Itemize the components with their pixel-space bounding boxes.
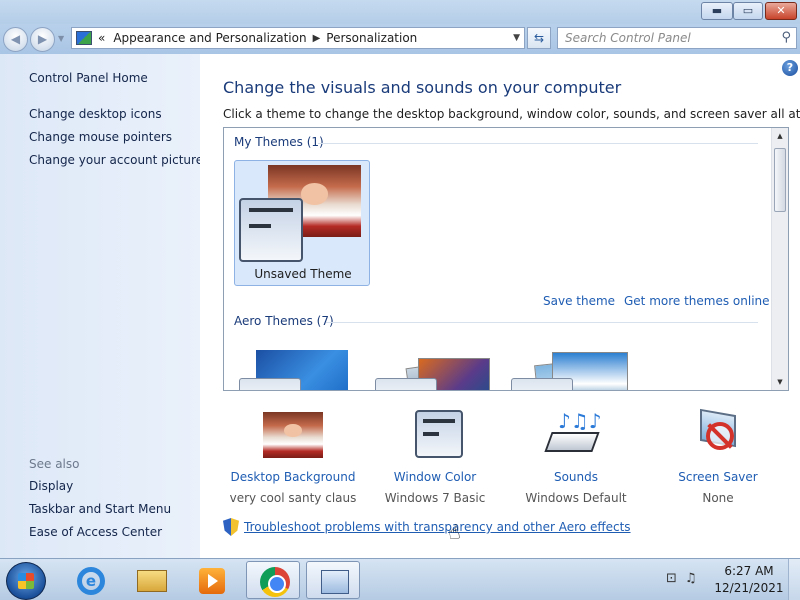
breadcrumb-personalization[interactable]: Personalization	[326, 31, 417, 45]
page-title: Change the visuals and sounds on your co…	[223, 78, 622, 97]
window-color-preview	[239, 198, 303, 262]
group-divider	[318, 143, 758, 144]
screen-saver-title[interactable]: Screen Saver	[648, 470, 788, 484]
search-input[interactable]	[558, 28, 768, 48]
start-button[interactable]	[6, 562, 46, 600]
close-button[interactable]: ✕	[765, 2, 797, 20]
troubleshoot-aero-text[interactable]: Troubleshoot problems with transparency …	[244, 520, 631, 534]
internet-explorer-icon: e	[77, 567, 105, 595]
aero-theme-landscapes[interactable]	[506, 350, 628, 390]
desktop-background-option[interactable]: Desktop Background very cool santy claus	[223, 410, 363, 505]
taskbar: e ⊡ ♫ 6:27 AM 12/21/2021	[0, 558, 800, 600]
search-box[interactable]: ⚲	[557, 27, 797, 49]
refresh-button[interactable]: ⇆	[527, 27, 551, 49]
sounds-option[interactable]: ♪♫♪ Sounds Windows Default	[506, 410, 646, 505]
troubleshoot-aero-link[interactable]: Troubleshoot problems with transparency …	[223, 518, 631, 536]
minimize-button[interactable]: ▬	[701, 2, 733, 20]
taskbar-media-player[interactable]	[184, 561, 238, 599]
change-desktop-icons-link[interactable]: Change desktop icons	[29, 107, 162, 121]
address-bar[interactable]: « Appearance and Personalization ▶ Perso…	[71, 27, 525, 49]
breadcrumb-separator-icon[interactable]: ▶	[313, 33, 321, 44]
back-button[interactable]: ◀	[3, 27, 28, 52]
clock[interactable]: 6:27 AM 12/21/2021	[712, 563, 786, 597]
sounds-icon: ♪♫♪	[544, 410, 606, 460]
media-player-icon	[199, 568, 225, 594]
volume-icon[interactable]: ♫	[685, 571, 697, 586]
aero-themes-header[interactable]: Aero Themes (7)	[234, 314, 334, 328]
control-panel-home-link[interactable]: Control Panel Home	[29, 71, 148, 85]
change-account-picture-link[interactable]: Change your account picture	[29, 153, 203, 167]
theme-list-scrollbar[interactable]: ▲ ▼	[771, 128, 788, 390]
folder-icon	[137, 570, 167, 592]
control-panel-icon	[76, 31, 92, 45]
search-icon[interactable]: ⚲	[781, 30, 791, 45]
task-pane: Control Panel Home Change desktop icons …	[0, 54, 203, 558]
window-color-title[interactable]: Window Color	[365, 470, 505, 484]
screen-saver-icon	[688, 408, 748, 460]
theme-list[interactable]: My Themes (1) Unsaved Theme Save theme G…	[223, 127, 789, 391]
clock-time: 6:27 AM	[724, 564, 774, 578]
recent-pages-dropdown-icon[interactable]: ▼	[58, 34, 64, 43]
ease-of-access-link[interactable]: Ease of Access Center	[29, 525, 162, 539]
unsaved-theme-label: Unsaved Theme	[254, 267, 352, 281]
save-theme-link[interactable]: Save theme	[543, 294, 615, 308]
network-icon[interactable]: ⊡	[666, 571, 677, 586]
page-subtitle: Click a theme to change the desktop back…	[223, 107, 800, 121]
address-overflow-chevron[interactable]: «	[98, 31, 105, 45]
display-link[interactable]: Display	[29, 479, 73, 493]
sounds-value: Windows Default	[525, 491, 627, 505]
see-also-heading: See also	[29, 457, 80, 471]
sounds-title[interactable]: Sounds	[506, 470, 646, 484]
taskbar-start-menu-link[interactable]: Taskbar and Start Menu	[29, 502, 171, 516]
desktop-background-icon	[263, 410, 323, 460]
clock-date: 12/21/2021	[714, 581, 784, 595]
screen-saver-option[interactable]: Screen Saver None	[648, 408, 788, 505]
breadcrumb-appearance[interactable]: Appearance and Personalization	[113, 31, 306, 45]
aero-theme-architecture[interactable]	[370, 350, 490, 390]
group-divider	[326, 322, 758, 323]
notification-area: ⊡ ♫	[666, 571, 697, 586]
maximize-button[interactable]: ▭	[733, 2, 763, 20]
taskbar-internet-explorer[interactable]: e	[64, 561, 118, 599]
chrome-icon	[260, 567, 290, 597]
window-color-option[interactable]: Window Color Windows 7 Basic	[365, 410, 505, 505]
aero-theme-windows-7[interactable]	[234, 350, 354, 390]
scroll-down-icon[interactable]: ▼	[772, 374, 788, 390]
address-dropdown-icon[interactable]: ▼	[513, 33, 520, 43]
navigation-bar: ◀ ▶ ▼ « Appearance and Personalization ▶…	[0, 24, 800, 54]
change-mouse-pointers-link[interactable]: Change mouse pointers	[29, 130, 172, 144]
screen-saver-value: None	[702, 491, 734, 505]
forward-button[interactable]: ▶	[30, 27, 55, 52]
window-color-icon	[405, 410, 465, 460]
desktop-background-title[interactable]: Desktop Background	[223, 470, 363, 484]
help-icon[interactable]: ?	[782, 60, 798, 76]
desktop-background-value: very cool santy claus	[229, 491, 357, 505]
scroll-thumb[interactable]	[774, 148, 786, 212]
uac-shield-icon	[223, 518, 239, 536]
window-color-value: Windows 7 Basic	[384, 491, 486, 505]
taskbar-windows-explorer[interactable]	[124, 561, 178, 599]
title-bar: ▬ ▭ ✕	[0, 0, 800, 24]
my-themes-header[interactable]: My Themes (1)	[234, 135, 324, 149]
main-content: ? Change the visuals and sounds on your …	[200, 54, 800, 558]
control-panel-icon	[321, 570, 349, 594]
scroll-up-icon[interactable]: ▲	[772, 128, 788, 144]
show-desktop-button[interactable]	[788, 559, 800, 600]
taskbar-chrome[interactable]	[246, 561, 300, 599]
unsaved-theme-tile[interactable]: Unsaved Theme	[234, 160, 370, 286]
get-more-themes-link[interactable]: Get more themes online	[624, 294, 770, 308]
taskbar-control-panel[interactable]	[306, 561, 360, 599]
